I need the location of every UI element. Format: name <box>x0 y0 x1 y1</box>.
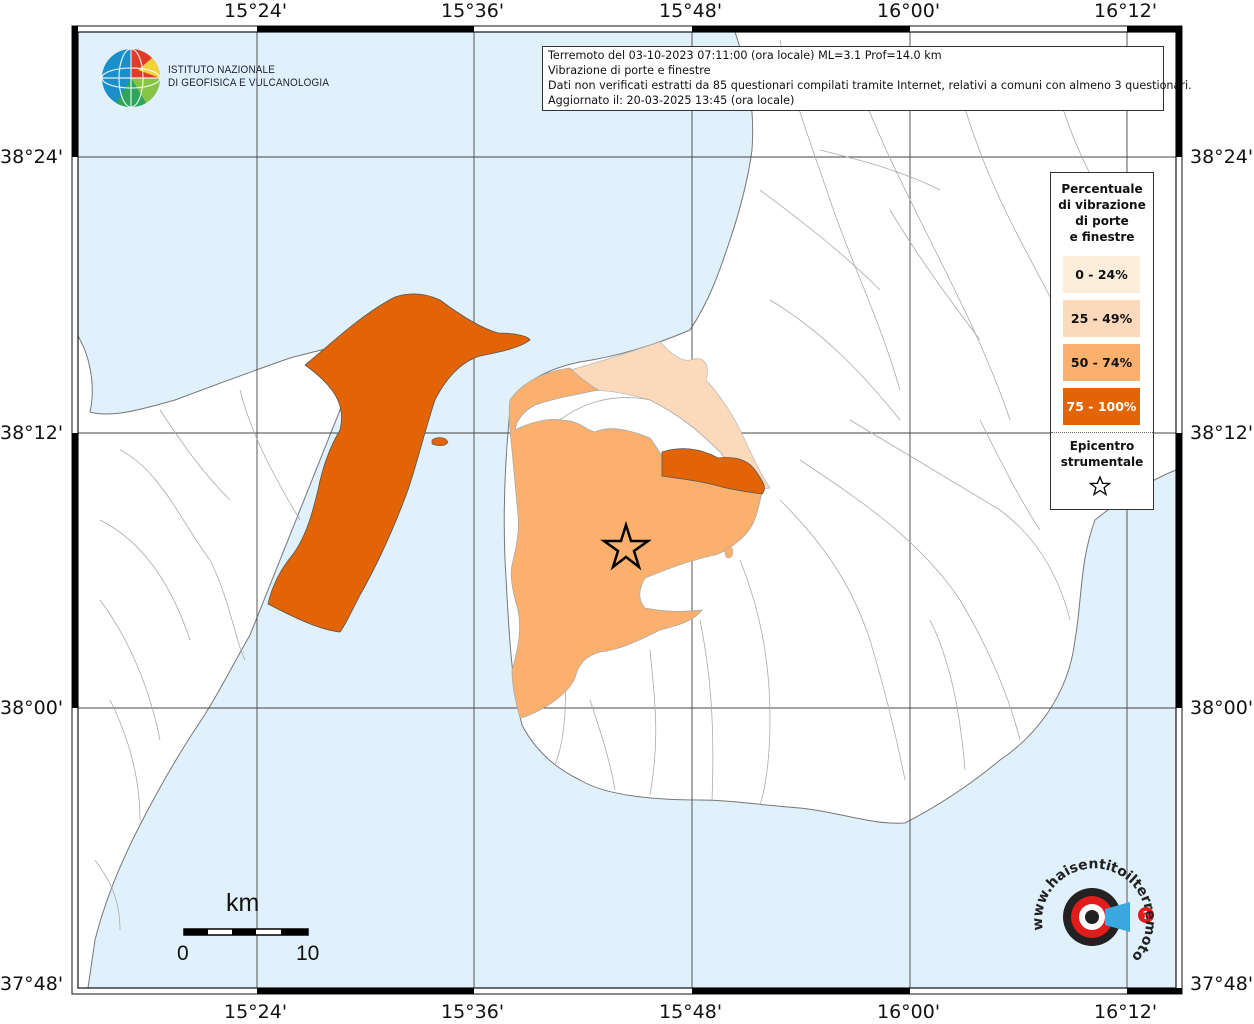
legend-class-0-24: 0 - 24% <box>1063 256 1140 293</box>
legend-epicenter-label: Epicentro strumentale <box>1051 438 1153 470</box>
lat-label-right: 38°24' <box>1190 146 1254 168</box>
lat-label-left: 38°12' <box>0 422 64 444</box>
logo-line2: DI GEOFISICA E VULCANOLOGIA <box>168 77 330 89</box>
lon-label-top: 16°00' <box>877 0 941 22</box>
lon-label-bottom: 15°24' <box>224 1001 288 1023</box>
map-canvas: ? www.haisentitoilterremoto.it <box>0 0 1183 995</box>
legend-title-line: Percentuale <box>1061 182 1143 196</box>
legend-title: Percentuale di vibrazione di porte e fin… <box>1051 181 1153 245</box>
scale-bar <box>183 928 309 936</box>
lat-label-right: 37°48' <box>1190 973 1254 995</box>
star-outline-icon <box>1089 475 1111 497</box>
region-reggio-patch <box>724 546 734 559</box>
legend-class-25-49: 25 - 49% <box>1063 300 1140 337</box>
lat-label-left: 38°24' <box>0 146 64 168</box>
lon-label-bottom: 15°48' <box>659 1001 723 1023</box>
ingv-logo-text: ISTITUTO NAZIONALE DI GEOFISICA E VULCAN… <box>168 64 329 90</box>
lat-label-left: 37°48' <box>0 973 64 995</box>
ingv-globe-icon <box>101 48 161 108</box>
legend-class-50-74: 50 - 74% <box>1063 344 1140 381</box>
scale-bar-start: 0 <box>177 942 189 965</box>
lon-label-top: 15°48' <box>659 0 723 22</box>
legend-class-75-100: 75 - 100% <box>1063 388 1140 425</box>
event-info-box: Terremoto del 03-10-2023 07:11:00 (ora l… <box>542 46 1192 111</box>
lat-label-right: 38°00' <box>1190 697 1254 719</box>
lon-label-top: 16°12' <box>1094 0 1158 22</box>
legend-separator <box>1051 432 1153 433</box>
lon-label-top: 15°36' <box>441 0 505 22</box>
legend-title-line: di porte <box>1075 214 1129 228</box>
scale-bar-unit: km <box>226 889 260 917</box>
region-messina-islet <box>431 437 449 447</box>
scale-bar-end: 10 <box>296 942 320 965</box>
event-info-line: Vibrazione di porte e finestre <box>548 64 711 77</box>
logo-line1: ISTITUTO NAZIONALE <box>168 64 276 76</box>
event-info-line: Aggiornato il: 20-03-2025 13:45 (ora loc… <box>548 94 795 107</box>
legend-epicenter-line: strumentale <box>1060 455 1144 469</box>
lat-label-left: 38°00' <box>0 697 64 719</box>
legend-title-line: di vibrazione <box>1058 198 1146 212</box>
event-info-line: Dati non verificati estratti da 85 quest… <box>548 79 1192 92</box>
lat-label-right: 38°12' <box>1190 422 1254 444</box>
legend-box: Percentuale di vibrazione di porte e fin… <box>1050 172 1154 510</box>
lon-label-top: 15°24' <box>224 0 288 22</box>
legend-epicenter-line: Epicentro <box>1069 439 1135 453</box>
lon-label-bottom: 16°00' <box>877 1001 941 1023</box>
lon-label-bottom: 16°12' <box>1094 1001 1158 1023</box>
lon-label-bottom: 15°36' <box>441 1001 505 1023</box>
legend-title-line: e finestre <box>1069 230 1135 244</box>
event-info-line: Terremoto del 03-10-2023 07:11:00 (ora l… <box>548 49 942 62</box>
